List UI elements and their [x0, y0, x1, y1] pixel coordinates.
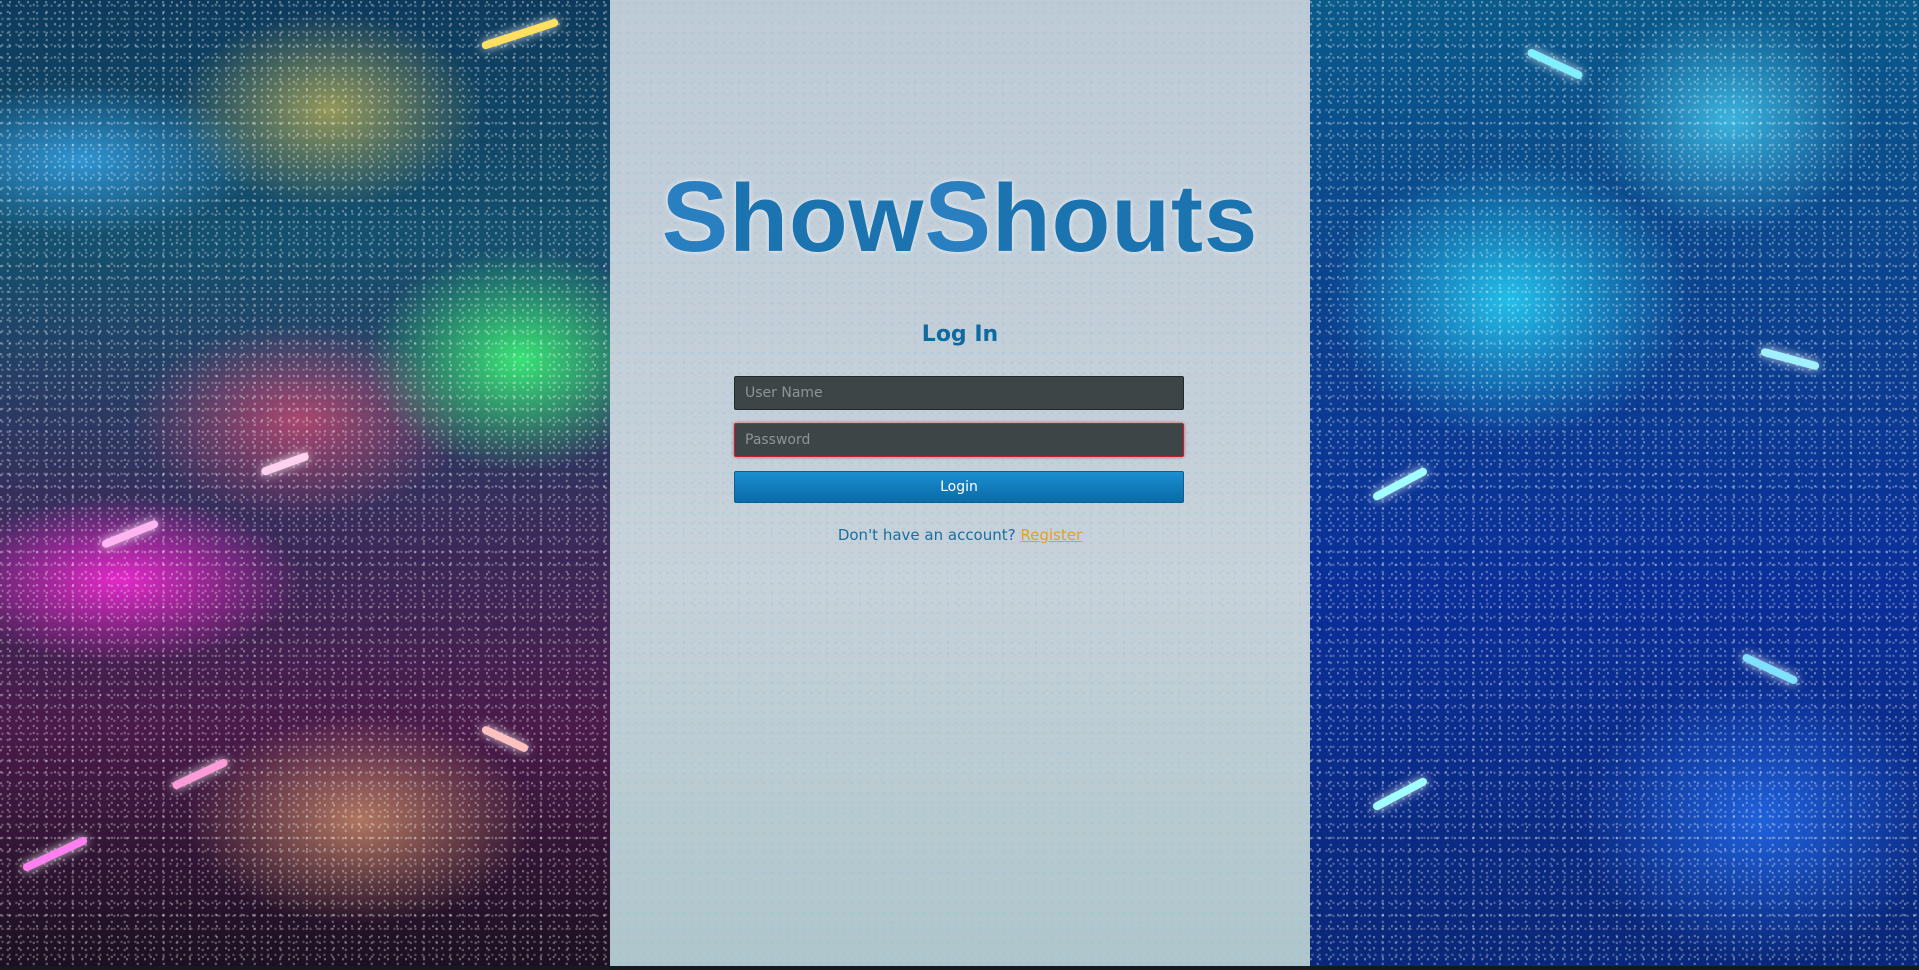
light-beam	[21, 835, 89, 873]
logo-letter: S	[924, 161, 993, 273]
bottom-edge	[0, 966, 1919, 970]
logo-letter: S	[661, 161, 730, 273]
light-beam	[480, 17, 560, 51]
light-beam	[171, 757, 229, 791]
no-account-text: Don't have an account?	[837, 526, 1016, 544]
light-beam	[1371, 466, 1429, 502]
register-link[interactable]: Register	[1020, 526, 1082, 544]
background-image-left	[0, 0, 610, 970]
page-title: Log In	[921, 322, 999, 347]
login-button[interactable]: Login	[734, 471, 1184, 503]
page: ShowShouts Log In Login Don't have an ac…	[0, 0, 1919, 970]
light-beam	[260, 451, 310, 477]
light-beam	[1526, 47, 1584, 81]
logo-text: houts	[992, 165, 1259, 272]
logo-text: how	[729, 165, 925, 272]
background-image-right	[1310, 0, 1919, 970]
light-beam	[1741, 652, 1799, 686]
light-beam	[480, 724, 530, 754]
username-input[interactable]	[734, 376, 1184, 410]
light-beam	[100, 519, 160, 549]
password-input[interactable]	[734, 423, 1184, 457]
confetti-overlay	[0, 0, 610, 970]
app-logo: ShowShouts	[610, 160, 1310, 275]
login-panel: ShowShouts Log In Login Don't have an ac…	[610, 0, 1310, 970]
light-beam	[1371, 776, 1429, 812]
register-prompt: Don't have an account? Register	[610, 526, 1310, 544]
light-beam	[1759, 347, 1821, 371]
